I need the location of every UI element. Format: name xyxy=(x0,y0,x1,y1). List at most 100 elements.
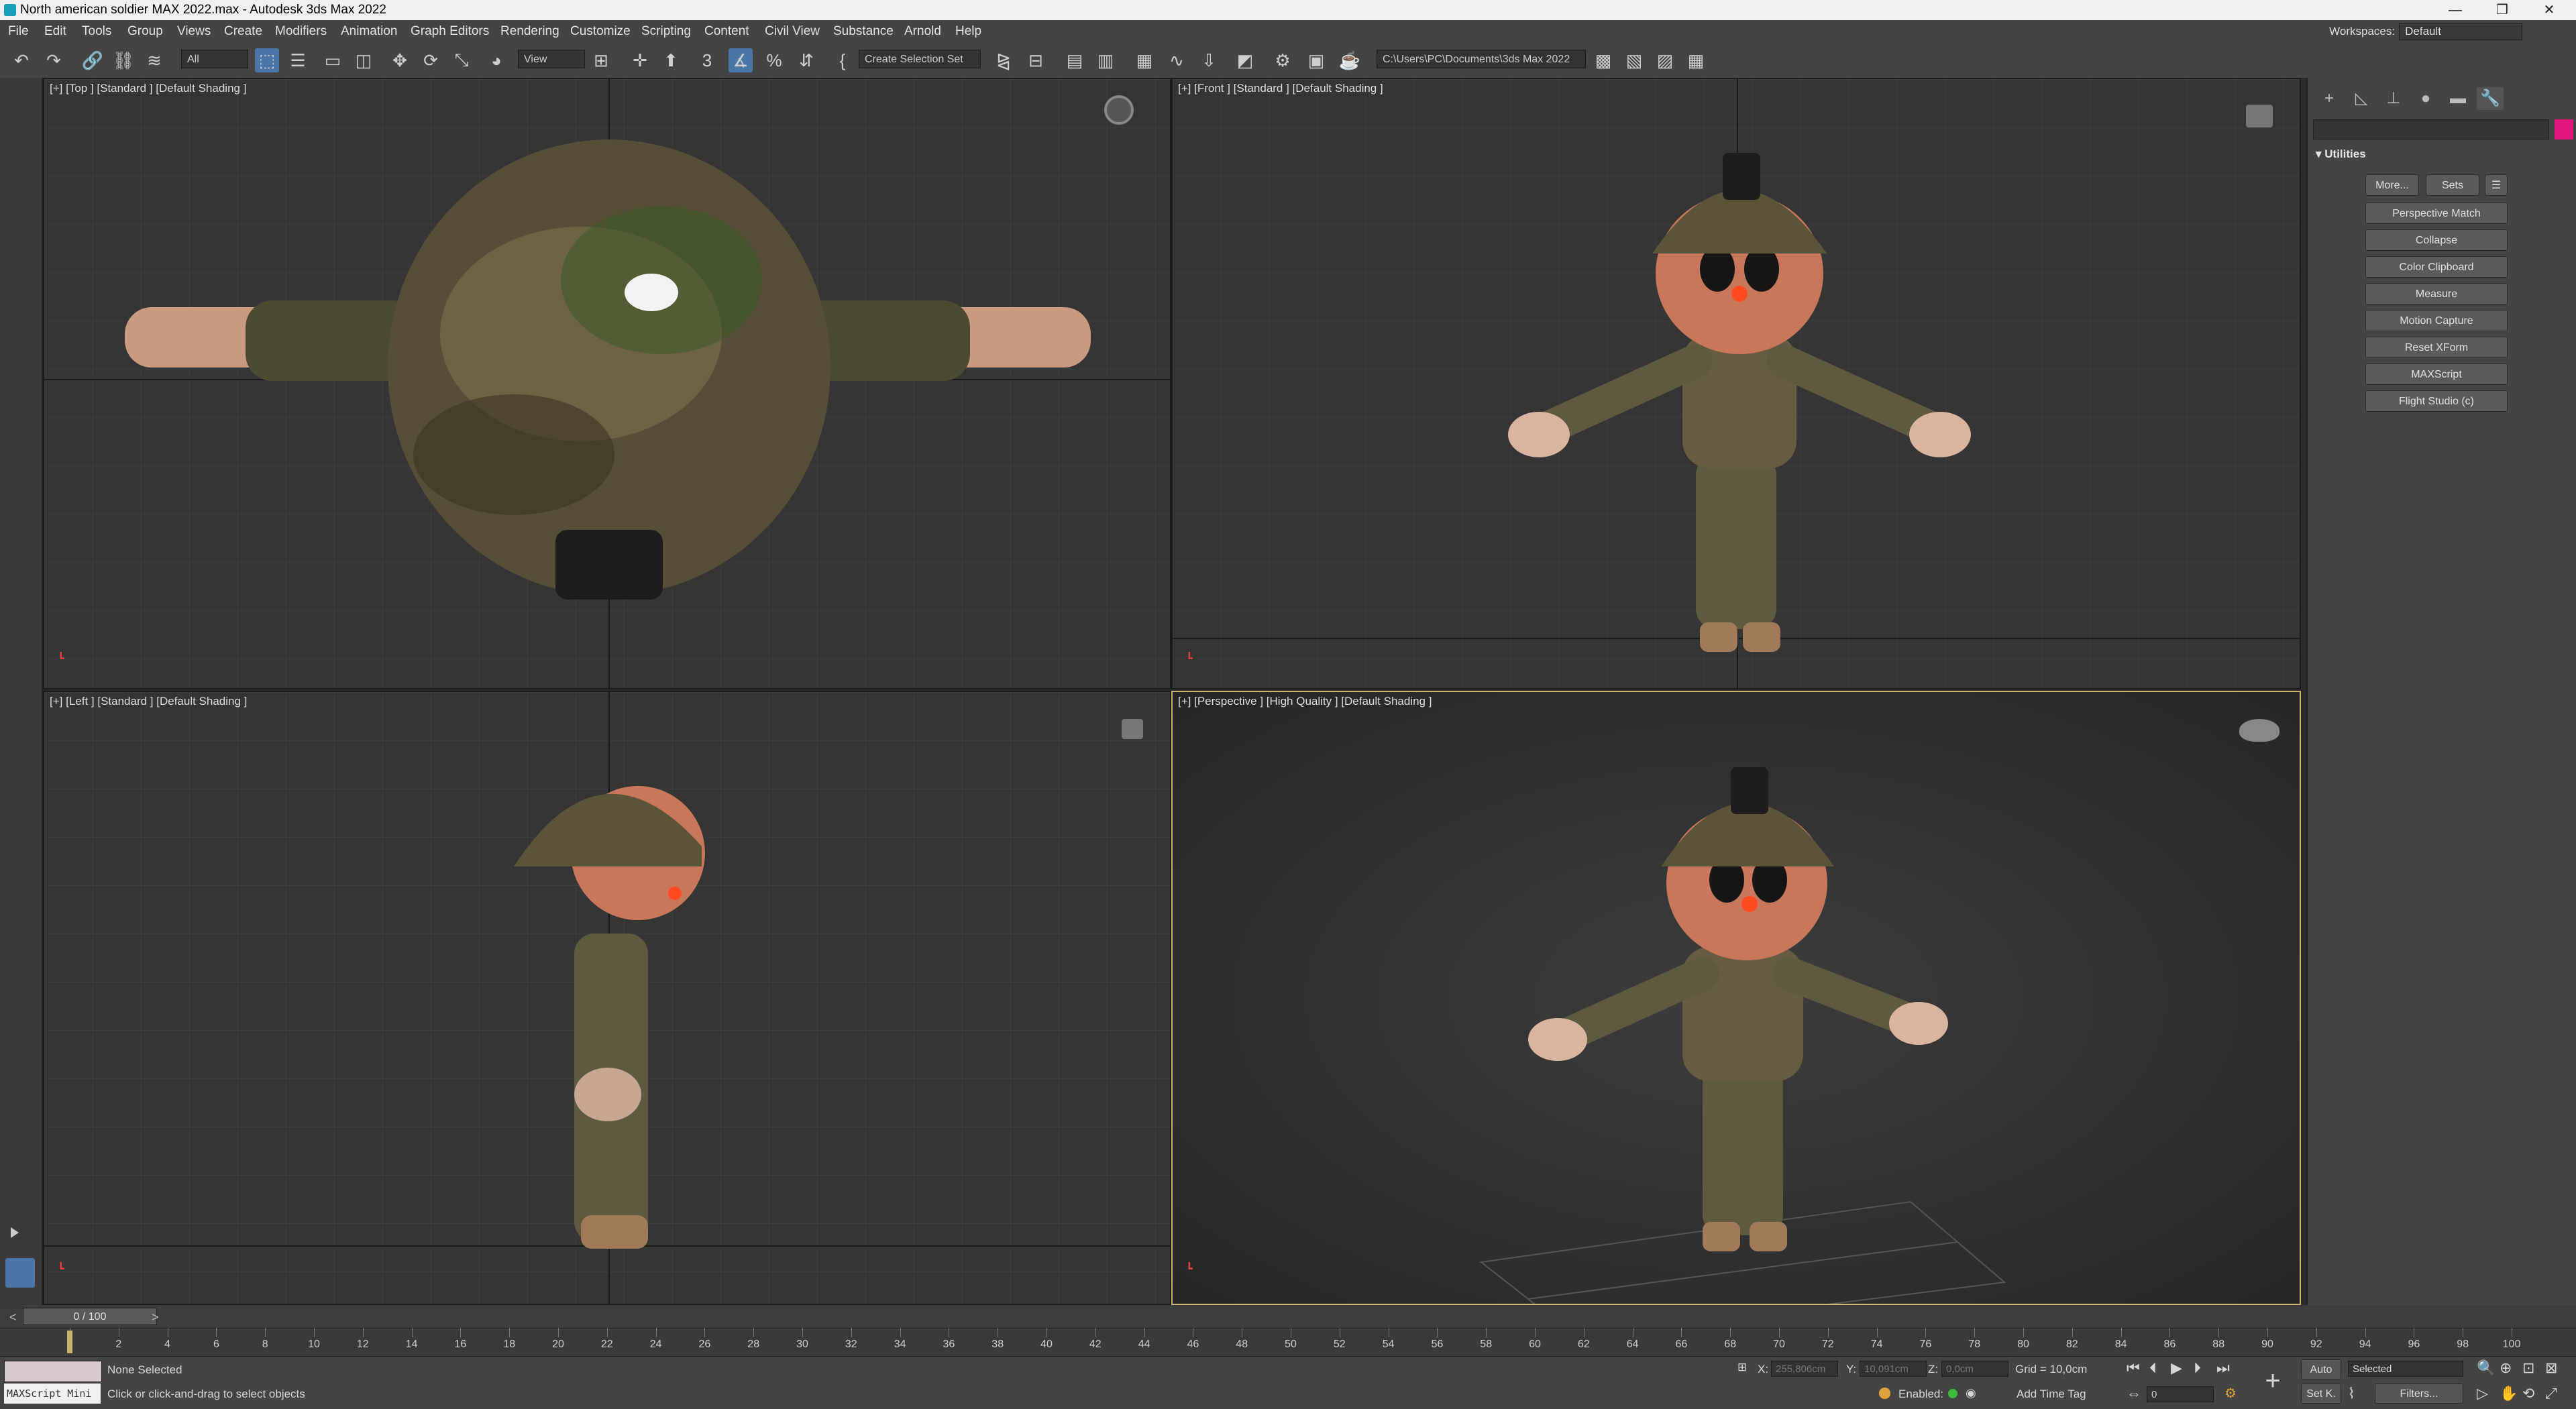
named-selection-set-dropdown[interactable]: Create Selection Set xyxy=(859,50,981,68)
menu-edit[interactable]: Edit xyxy=(44,20,66,43)
orbit-icon[interactable]: ⟲ xyxy=(2522,1385,2534,1402)
time-slider-next-arrow-icon[interactable]: > xyxy=(152,1310,159,1325)
scale-icon[interactable]: ⤡ xyxy=(449,48,474,72)
menu-rendering[interactable]: Rendering xyxy=(500,20,559,43)
pivot-center-icon[interactable]: ⊞ xyxy=(589,48,613,72)
menu-modifiers[interactable]: Modifiers xyxy=(275,20,327,43)
sets-button[interactable]: Sets xyxy=(2426,174,2479,196)
display-tab-icon[interactable]: ▬ xyxy=(2445,87,2471,110)
workspaces-selector[interactable]: Workspaces: Default xyxy=(2329,20,2522,43)
layer-explorer-icon[interactable]: ▥ xyxy=(1093,48,1118,72)
undo-icon[interactable]: ↶ xyxy=(9,48,34,72)
select-object-icon[interactable]: ⬚ xyxy=(255,48,279,72)
field-of-view-icon[interactable]: ▷ xyxy=(2477,1385,2488,1402)
play-icon[interactable]: ▶ xyxy=(2171,1359,2182,1377)
select-by-name-icon[interactable]: ☰ xyxy=(286,48,310,72)
viewport-front[interactable]: [+] [Front ] [Standard ] [Default Shadin… xyxy=(1171,78,2301,689)
menu-tools[interactable]: Tools xyxy=(82,20,111,43)
edit-named-selection-icon[interactable]: { xyxy=(830,48,855,72)
add-time-tag-button[interactable]: Add Time Tag xyxy=(2017,1388,2086,1401)
reset-xform-button[interactable]: Reset XForm xyxy=(2365,337,2508,358)
viewcube-icon[interactable] xyxy=(1122,719,1143,739)
toggle-ribbon-icon[interactable]: ▦ xyxy=(1132,48,1157,72)
snaps-toggle-icon[interactable]: 3 xyxy=(695,48,719,72)
menu-graph-editors[interactable]: Graph Editors xyxy=(411,20,489,43)
object-color-swatch[interactable] xyxy=(2555,119,2573,139)
window-crossing-icon[interactable]: ◫ xyxy=(352,48,376,72)
object-name-field[interactable] xyxy=(2313,119,2549,139)
color-clipboard-button[interactable]: Color Clipboard xyxy=(2365,256,2508,278)
menu-content[interactable]: Content xyxy=(704,20,749,43)
link-icon[interactable]: 🔗 xyxy=(80,48,105,72)
time-slider-prev-arrow-icon[interactable]: < xyxy=(9,1310,17,1325)
place-icon[interactable]: ◕ xyxy=(484,48,508,72)
render-production-icon[interactable]: ☕ xyxy=(1338,48,1362,72)
menu-create[interactable]: Create xyxy=(224,20,262,43)
current-frame-marker[interactable] xyxy=(67,1331,72,1353)
next-frame-icon[interactable]: ⏵ xyxy=(2194,1359,2201,1377)
menu-substance[interactable]: Substance xyxy=(833,20,894,43)
keyboard-shortcut-override-icon[interactable]: ⬆ xyxy=(659,48,683,72)
curve-editor-icon[interactable]: ∿ xyxy=(1165,48,1189,72)
expand-arrow-icon[interactable] xyxy=(11,1227,19,1238)
viewcube-icon[interactable] xyxy=(2239,719,2279,742)
hierarchy-tab-icon[interactable]: ⊥ xyxy=(2380,87,2407,110)
motion-tab-icon[interactable]: ● xyxy=(2412,87,2439,110)
restore-button[interactable]: ❐ xyxy=(2482,0,2522,20)
viewport-top[interactable]: [+] [Top ] [Standard ] [Default Shading … xyxy=(43,78,1171,689)
zoom-all-icon[interactable]: ⊕ xyxy=(2500,1359,2512,1377)
menu-group[interactable]: Group xyxy=(127,20,163,43)
motion-capture-button[interactable]: Motion Capture xyxy=(2365,310,2508,331)
viewport-top-label[interactable]: [+] [Top ] [Standard ] [Default Shading … xyxy=(50,82,246,95)
open-folder-icon[interactable]: ▧ xyxy=(1622,48,1646,72)
viewcube-icon[interactable] xyxy=(1104,95,1134,125)
menu-arnold[interactable]: Arnold xyxy=(904,20,941,43)
selection-filter-dropdown[interactable]: All xyxy=(181,50,248,68)
material-editor-icon[interactable]: ◩ xyxy=(1233,48,1257,72)
select-manipulate-icon[interactable]: ✛ xyxy=(628,48,652,72)
y-coordinate-field[interactable]: 10,091cm xyxy=(1860,1361,1927,1377)
more-button[interactable]: More... xyxy=(2365,174,2419,196)
go-to-end-icon[interactable]: ⏭ xyxy=(2216,1359,2230,1377)
viewport-left[interactable]: [+] [Left ] [Standard ] [Default Shading… xyxy=(43,691,1171,1305)
viewcube-icon[interactable] xyxy=(2246,105,2273,127)
menu-views[interactable]: Views xyxy=(177,20,211,43)
menu-scripting[interactable]: Scripting xyxy=(641,20,691,43)
folder-up-icon[interactable]: ▨ xyxy=(1653,48,1677,72)
selected-keys-dropdown[interactable]: Selected xyxy=(2348,1361,2463,1377)
minimize-button[interactable]: — xyxy=(2435,0,2475,20)
key-filters-button[interactable]: Filters... xyxy=(2375,1384,2463,1404)
default-tangents-icon[interactable]: ⌇ xyxy=(2348,1385,2355,1402)
isolate-selection-icon[interactable]: ◉ xyxy=(1966,1386,1976,1400)
utilities-rollout-header[interactable]: ▾ Utilities xyxy=(2316,148,2366,161)
set-key-button[interactable]: Set K. xyxy=(2301,1384,2341,1404)
close-button[interactable]: ✕ xyxy=(2529,0,2569,20)
viewport-perspective-label[interactable]: [+] [Perspective ] [High Quality ] [Defa… xyxy=(1178,695,1432,708)
redo-icon[interactable]: ↷ xyxy=(42,48,66,72)
maxscript-button[interactable]: MAXScript xyxy=(2365,363,2508,385)
pan-icon[interactable]: ✋ xyxy=(2500,1385,2518,1402)
measure-button[interactable]: Measure xyxy=(2365,283,2508,304)
spinner-snap-icon[interactable]: ⇵ xyxy=(794,48,818,72)
zoom-extents-icon[interactable]: ⊡ xyxy=(2522,1359,2534,1377)
utilities-tab-icon[interactable]: 🔧 xyxy=(2477,87,2504,110)
enabled-status-dot[interactable] xyxy=(1948,1389,1957,1398)
current-frame-field[interactable]: 0 xyxy=(2147,1386,2214,1402)
time-configuration-icon[interactable]: ⚙ xyxy=(2224,1385,2237,1402)
viewport-layout-icon[interactable] xyxy=(5,1258,35,1288)
menu-civil-view[interactable]: Civil View xyxy=(765,20,820,43)
zoom-extents-all-icon[interactable]: ⊠ xyxy=(2545,1359,2557,1377)
z-coordinate-field[interactable]: 0,0cm xyxy=(1941,1361,2008,1377)
collapse-button[interactable]: Collapse xyxy=(2365,229,2508,251)
percent-snap-icon[interactable]: % xyxy=(762,48,786,72)
menu-customize[interactable]: Customize xyxy=(570,20,631,43)
project-folder-dropdown[interactable]: C:\Users\PC\Documents\3ds Max 2022 xyxy=(1377,50,1586,68)
reference-coordinate-dropdown[interactable]: View xyxy=(518,50,585,68)
mirror-icon[interactable]: ⧎ xyxy=(991,48,1016,72)
rectangular-selection-icon[interactable]: ▭ xyxy=(321,48,345,72)
viewport-left-label[interactable]: [+] [Left ] [Standard ] [Default Shading… xyxy=(50,695,247,708)
viewport-perspective[interactable]: [+] [Perspective ] [High Quality ] [Defa… xyxy=(1171,691,2301,1305)
align-icon[interactable]: ⊟ xyxy=(1024,48,1048,72)
create-tab-icon[interactable]: + xyxy=(2316,87,2343,110)
render-setup-icon[interactable]: ⚙ xyxy=(1271,48,1295,72)
